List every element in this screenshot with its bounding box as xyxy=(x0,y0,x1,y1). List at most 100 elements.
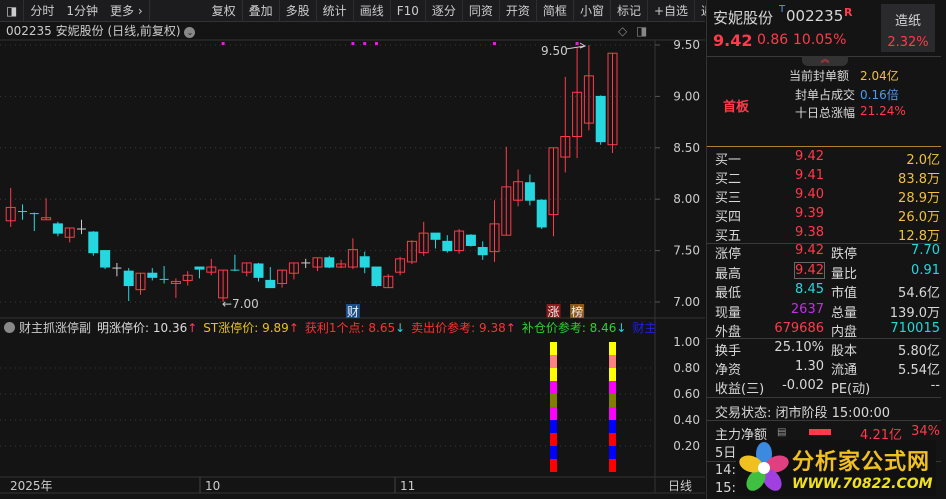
stack-bar-segment xyxy=(609,446,616,459)
price-tick: 7.50 xyxy=(673,244,700,258)
stat-value: -- xyxy=(930,378,940,393)
ratio-label: 封单占成交 xyxy=(795,88,856,102)
price-change: 0.86 xyxy=(757,32,789,48)
bid-label: 买四 xyxy=(715,210,742,225)
stat-label: 股本 xyxy=(831,344,858,359)
stack-bar-segment xyxy=(550,420,557,433)
candle-body xyxy=(477,247,488,256)
stat-label: 市值 xyxy=(831,286,858,301)
indicator-arrow-icon: ↑ xyxy=(288,321,299,335)
candle-body xyxy=(359,256,370,268)
stack-bar-segment xyxy=(609,381,616,394)
price-pct: 10.05% xyxy=(793,32,847,48)
candle-body xyxy=(253,263,264,278)
signal-dot xyxy=(351,42,355,45)
period-label: 日线 xyxy=(668,479,692,493)
candle-body xyxy=(324,257,335,268)
candle-body xyxy=(100,250,111,268)
bid-label: 买二 xyxy=(715,172,742,187)
kline-chart[interactable]: 9.50 9.00 8.50 8.00 7.50 7.00 9.50 ←7.00 财 涨榜 1.00… xyxy=(0,0,705,499)
stack-bar-segment xyxy=(609,420,616,433)
high-label: 9.50 xyxy=(541,44,568,58)
stat-label: 涨停 xyxy=(715,247,742,262)
bid-price: 9.39 xyxy=(795,206,824,221)
candle-body xyxy=(524,182,535,201)
stat-value: 25.10% xyxy=(774,340,824,355)
indicator-name[interactable]: 财主抓涨停副 xyxy=(19,321,91,335)
list-icon[interactable]: ▤ xyxy=(777,427,786,438)
indicator-arrow-icon: ↓ xyxy=(395,321,406,335)
t-icon: T xyxy=(779,4,786,15)
r-badge: R xyxy=(844,6,853,19)
stat-value: -0.002 xyxy=(782,378,824,393)
bid-price: 9.38 xyxy=(795,225,824,240)
stat-label: 最高 xyxy=(715,266,742,282)
stat-label: 换手 xyxy=(715,344,742,359)
stat-label: 净资 xyxy=(715,363,742,378)
indicator-value: 财主抓涨 xyxy=(632,321,655,335)
main-net-pct: 34% xyxy=(911,424,940,439)
stat-label: 最低 xyxy=(715,286,742,301)
stat-value: 710015 xyxy=(890,321,940,336)
indicator-header: 财主抓涨停副 明涨停价: 10.36↑ ST涨停价: 9.89↑ 获利1个点: 8.6… xyxy=(0,318,655,338)
bid-label: 买一 xyxy=(715,153,742,168)
indicator-value-text: 财主抓涨 xyxy=(632,321,655,335)
stat-label: 总量 xyxy=(831,305,858,321)
indicator-toggle-icon[interactable] xyxy=(4,322,15,333)
bid-label: 买三 xyxy=(715,191,742,206)
stat-label: 流通 xyxy=(831,363,858,378)
price-tick: 9.00 xyxy=(673,89,700,103)
stat-label: 收益(三) xyxy=(715,382,765,397)
stack-bar-segment xyxy=(550,433,557,446)
candle-body xyxy=(465,234,476,246)
indicator-tick: 0.80 xyxy=(673,361,700,375)
signal-dot xyxy=(363,42,367,45)
stat-value: 9.42 xyxy=(794,261,825,279)
stack-bar-segment xyxy=(550,394,557,407)
bid-price: 9.41 xyxy=(795,168,824,183)
stack-bar-segment xyxy=(609,433,616,446)
indicator-tick: 1.00 xyxy=(673,335,700,349)
bid-volume: 26.0万 xyxy=(898,210,940,225)
stat-value: 2637 xyxy=(790,301,824,317)
watermark-logo: 分析家公式网 WWW.70822.COM xyxy=(736,440,936,496)
low-label: ←7.00 xyxy=(222,297,259,311)
price-tick: 8.50 xyxy=(673,141,700,155)
ten-label: 十日总涨幅 xyxy=(795,106,856,120)
trade-status: 交易状态: 闭市阶段 15:00:00 xyxy=(715,406,891,421)
stat-value: 5.54亿 xyxy=(898,363,940,378)
marker-涨: 涨 xyxy=(547,304,559,319)
bid-volume: 12.8万 xyxy=(898,229,940,244)
indicator-arrow-icon: ↑ xyxy=(187,321,198,335)
stack-bar-segment xyxy=(550,368,557,381)
candle-body xyxy=(123,270,134,287)
candle-body xyxy=(194,266,205,270)
x-label: 10 xyxy=(205,479,220,493)
candle-body xyxy=(595,95,606,143)
indicator-value: 卖出价参考: 9.38↑ xyxy=(411,321,516,335)
indicator-value-text: 明涨停价: 10.36 xyxy=(97,321,188,335)
bid-price: 9.42 xyxy=(795,149,824,164)
price-tick: 9.50 xyxy=(673,38,700,52)
stock-name: 安妮股份 xyxy=(713,9,774,27)
signal-dot xyxy=(575,42,579,45)
seal-label: 当前封单额 xyxy=(789,69,850,83)
candle-body xyxy=(442,240,453,252)
indicator-tick: 0.60 xyxy=(673,387,700,401)
indicator-value: 明涨停价: 10.36↑ xyxy=(97,321,197,335)
board-label: 首板 xyxy=(723,100,750,115)
quote-panel: 安妮股份 T 002235 R 9.42 0.86 10.05% 造纸 2.32% ︽ 当前封单额 2… xyxy=(706,0,946,499)
flower-logo-icon xyxy=(739,442,789,491)
sector-button[interactable]: 造纸 2.32% xyxy=(881,4,935,52)
sector-name: 造纸 xyxy=(894,14,921,29)
ten-value: 21.24% xyxy=(860,104,906,118)
stack-bar-segment xyxy=(609,355,616,368)
bid-price: 9.40 xyxy=(795,187,824,202)
candle-body xyxy=(371,266,382,287)
indicator-value-text: ST涨停价: 9.89 xyxy=(203,321,289,335)
signal-dot xyxy=(375,42,378,45)
collapse-button[interactable]: ︽ xyxy=(802,56,848,66)
stat-value: 9.42 xyxy=(795,243,824,258)
candle-body xyxy=(536,199,547,228)
indicator-value: ST涨停价: 9.89↑ xyxy=(203,321,299,335)
